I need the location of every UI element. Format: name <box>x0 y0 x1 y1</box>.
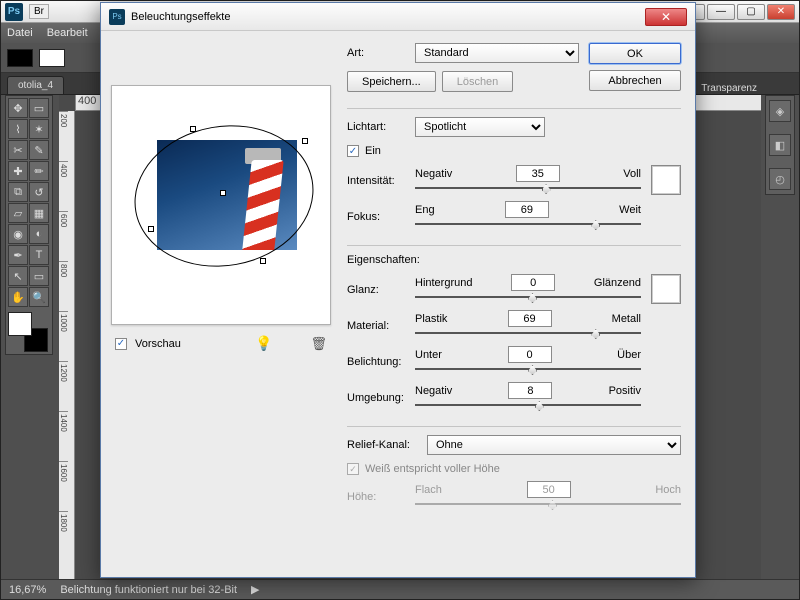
save-button[interactable]: Speichern... <box>347 71 436 92</box>
ambience-color-swatch[interactable] <box>651 274 681 304</box>
brush-tool-icon[interactable]: ✏ <box>29 161 49 181</box>
dialog-titlebar[interactable]: Ps Beleuchtungseffekte ✕ <box>101 3 695 31</box>
height-value <box>527 481 571 498</box>
intensity-slider[interactable] <box>415 183 641 197</box>
light-ellipse-handle[interactable] <box>123 111 325 280</box>
move-tool-icon[interactable]: ✥ <box>8 98 28 118</box>
lasso-tool-icon[interactable]: ⌇ <box>8 119 28 139</box>
bridge-button[interactable]: Br <box>29 4 49 19</box>
path-tool-icon[interactable]: ↖ <box>8 266 28 286</box>
on-label: Ein <box>365 145 381 157</box>
hand-tool-icon[interactable]: ✋ <box>8 287 28 307</box>
light-handle-w[interactable] <box>148 226 154 232</box>
stamp-tool-icon[interactable]: ⧉ <box>8 182 28 202</box>
fg-color-icon[interactable] <box>8 312 32 336</box>
style-label: Art: <box>347 47 409 59</box>
blur-tool-icon[interactable]: ◉ <box>8 224 28 244</box>
lightbulb-icon[interactable]: 💡 <box>255 335 272 352</box>
gloss-value[interactable] <box>511 274 555 291</box>
shape-tool-icon[interactable]: ▭ <box>29 266 49 286</box>
lighting-effects-dialog: Ps Beleuchtungseffekte ✕ ✓ Vorschau 💡 <box>100 2 696 578</box>
material-value[interactable] <box>508 310 552 327</box>
intensity-label: Intensität: <box>347 175 415 187</box>
ambience-value[interactable] <box>508 382 552 399</box>
exposure-value[interactable] <box>508 346 552 363</box>
light-handle-s[interactable] <box>260 258 266 264</box>
dodge-tool-icon[interactable]: ◐ <box>29 224 49 244</box>
style-select[interactable]: Standard <box>415 43 579 63</box>
light-color-swatch[interactable] <box>651 165 681 195</box>
paths-panel-icon[interactable]: ◴ <box>769 168 791 190</box>
preview-checkbox[interactable]: ✓ <box>115 338 127 350</box>
light-handle-n[interactable] <box>190 126 196 132</box>
status-arrow-icon[interactable]: ▶ <box>251 583 259 596</box>
color-swatches[interactable] <box>8 312 48 352</box>
maximize-button[interactable]: ▢ <box>737 4 765 20</box>
wand-tool-icon[interactable]: ✶ <box>29 119 49 139</box>
material-label: Material: <box>347 320 415 332</box>
status-text: Belichtung funktioniert nur bei 32-Bit <box>60 584 237 596</box>
document-tab[interactable]: otolia_4 <box>7 76 64 94</box>
preview-label: Vorschau <box>135 338 181 350</box>
minimize-button[interactable]: — <box>707 4 735 20</box>
menu-edit[interactable]: Bearbeit <box>47 27 88 39</box>
focus-label: Fokus: <box>347 211 415 223</box>
type-tool-icon[interactable]: T <box>29 245 49 265</box>
panel-tab-transparency[interactable]: Transparenz <box>701 83 757 94</box>
ambience-label: Umgebung: <box>347 392 415 404</box>
crop-tool-icon[interactable]: ✂ <box>8 140 28 160</box>
background-swatch[interactable] <box>39 49 65 67</box>
height-label: Höhe: <box>347 491 415 503</box>
zoom-level[interactable]: 16,67% <box>9 584 46 596</box>
eyedropper-tool-icon[interactable]: ✎ <box>29 140 49 160</box>
dialog-app-icon: Ps <box>109 9 125 25</box>
light-handle-e[interactable] <box>302 138 308 144</box>
dialog-close-button[interactable]: ✕ <box>645 8 687 26</box>
light-type-label: Lichtart: <box>347 121 409 133</box>
intensity-value[interactable] <box>516 165 560 182</box>
exposure-slider[interactable] <box>415 364 641 378</box>
texture-channel-label: Relief-Kanal: <box>347 439 421 451</box>
ok-button[interactable]: OK <box>589 43 681 64</box>
white-high-checkbox: ✓ <box>347 463 359 475</box>
focus-slider[interactable] <box>415 219 641 233</box>
focus-value[interactable] <box>505 201 549 218</box>
preview-canvas[interactable] <box>111 85 331 325</box>
white-high-label: Weiß entspricht voller Höhe <box>365 463 500 475</box>
gloss-slider[interactable] <box>415 292 641 306</box>
light-center-handle[interactable] <box>220 190 226 196</box>
exposure-label: Belichtung: <box>347 356 415 368</box>
toolbox: ✥ ▭ ⌇ ✶ ✂ ✎ ✚ ✏ ⧉ ↺ ▱ ▦ ◉ ◐ ✒ T ↖ ▭ ✋ 🔍 <box>5 95 53 355</box>
dialog-title: Beleuchtungseffekte <box>131 11 230 23</box>
trash-icon[interactable]: 🗑 <box>310 336 327 352</box>
texture-channel-select[interactable]: Ohne <box>427 435 681 455</box>
statusbar: 16,67% Belichtung funktioniert nur bei 3… <box>1 579 799 599</box>
properties-heading: Eigenschaften: <box>347 254 681 266</box>
eraser-tool-icon[interactable]: ▱ <box>8 203 28 223</box>
ruler-vertical: 20040060080010001200140016001800 <box>59 111 75 579</box>
pen-tool-icon[interactable]: ✒ <box>8 245 28 265</box>
layers-panel-icon[interactable]: ◈ <box>769 100 791 122</box>
cancel-button[interactable]: Abbrechen <box>589 70 681 91</box>
gloss-label: Glanz: <box>347 284 415 296</box>
zoom-tool-icon[interactable]: 🔍 <box>29 287 49 307</box>
heal-tool-icon[interactable]: ✚ <box>8 161 28 181</box>
photoshop-logo-icon: Ps <box>5 3 23 21</box>
material-slider[interactable] <box>415 328 641 342</box>
channels-panel-icon[interactable]: ◧ <box>769 134 791 156</box>
on-checkbox[interactable]: ✓ <box>347 145 359 157</box>
menu-file[interactable]: Datei <box>7 27 33 39</box>
height-slider <box>415 499 681 513</box>
delete-button: Löschen <box>442 71 514 92</box>
ambience-slider[interactable] <box>415 400 641 414</box>
marquee-tool-icon[interactable]: ▭ <box>29 98 49 118</box>
right-panel-dock: ◈ ◧ ◴ <box>765 95 795 195</box>
light-type-select[interactable]: Spotlicht <box>415 117 545 137</box>
history-tool-icon[interactable]: ↺ <box>29 182 49 202</box>
close-button[interactable]: ✕ <box>767 4 795 20</box>
foreground-swatch[interactable] <box>7 49 33 67</box>
gradient-tool-icon[interactable]: ▦ <box>29 203 49 223</box>
